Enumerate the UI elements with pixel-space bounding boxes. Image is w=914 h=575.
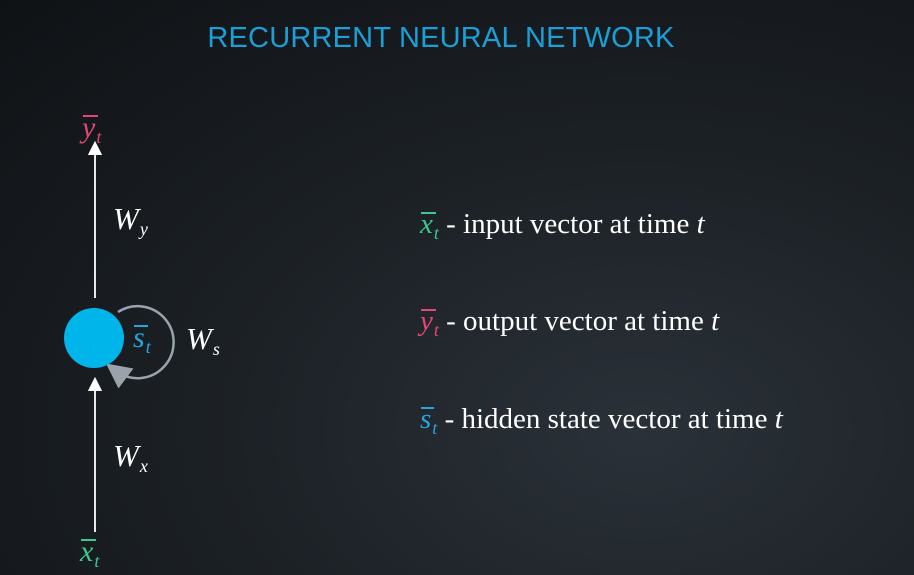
weight-symbol: W [113,438,139,473]
overline [134,325,148,327]
weight-wx-label: Wx [113,440,148,475]
overline [81,539,97,541]
overline [421,212,436,214]
hidden-node [64,308,124,368]
legend-symbol: yt [420,307,439,340]
rnn-diagram [64,140,175,532]
weight-wy-label: Wy [113,203,148,238]
legend-text: - hidden state vector at time [437,403,775,435]
legend-time-var: t [696,208,705,240]
legend-symbol-subscript: t [432,418,438,438]
legend-symbol-subscript: t [433,320,439,340]
state-subscript: t [145,337,151,357]
legend-symbol-subscript: t [433,223,439,243]
legend-symbol: xt [420,210,439,243]
output-vector-label: yt [82,113,102,147]
weight-subscript: y [139,219,148,239]
weight-ws-label: Ws [186,323,220,358]
input-subscript: t [94,551,100,571]
overline [421,309,436,311]
weight-subscript: x [139,456,148,476]
output-subscript: t [96,127,102,147]
legend-time-var: t [774,403,783,435]
weight-symbol: W [186,321,212,356]
legend-text: - output vector at time [438,305,712,337]
state-vector-label: st [133,323,151,357]
legend-time-var: t [711,305,720,337]
legend-text: - input vector at time [438,208,697,240]
legend-item-input: xt - input vector at time t [420,208,705,243]
weight-subscript: s [212,339,220,359]
overline [421,407,435,409]
weight-symbol: W [113,201,139,236]
input-vector-label: xt [80,537,100,571]
legend-symbol: st [420,405,438,438]
legend-item-output: yt - output vector at time t [420,305,720,340]
legend-item-hidden: st - hidden state vector at time t [420,403,783,438]
overline [83,115,99,117]
